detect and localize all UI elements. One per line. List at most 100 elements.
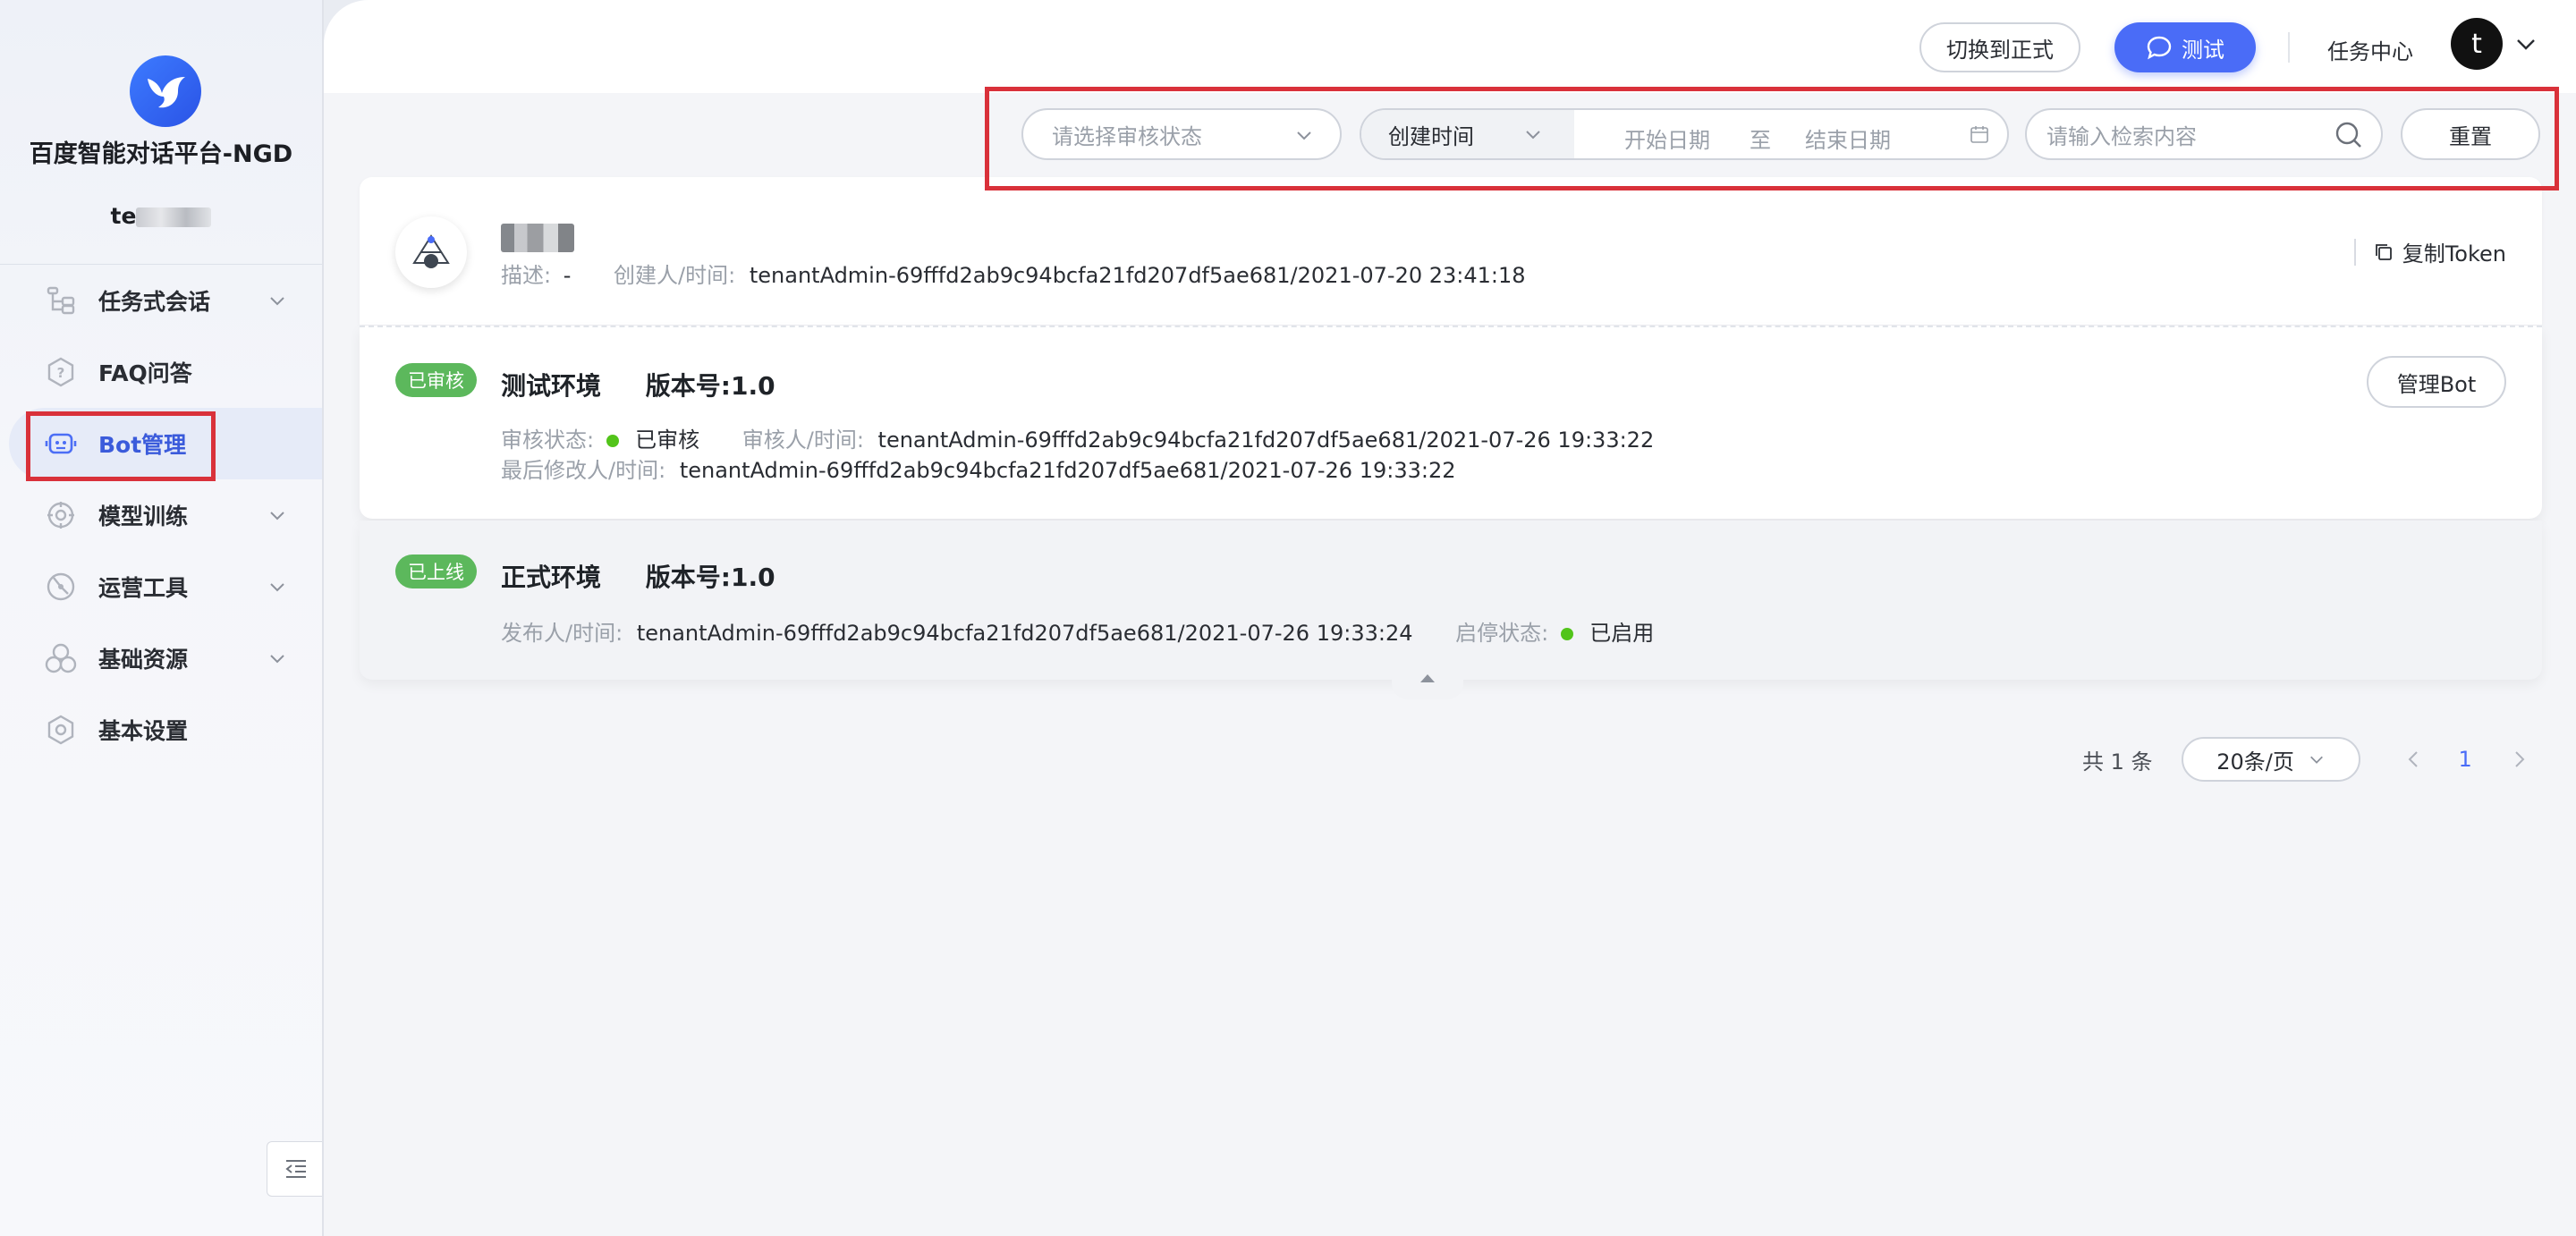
sidebar-item-label: 基础资源 [98, 647, 189, 673]
start-date-input[interactable]: 开始日期 [1624, 123, 1710, 154]
end-date-input[interactable]: 结束日期 [1805, 123, 1891, 154]
switch-to-production-button[interactable]: 切换到正式 [1919, 22, 2080, 72]
brand-logo-icon [130, 55, 201, 127]
sidebar-item-label: 基本设置 [98, 718, 189, 744]
page-size-label: 20条/页 [2216, 749, 2294, 775]
operation-tools-icon [47, 572, 75, 601]
test-chat-label: 测试 [2182, 37, 2224, 63]
status-dot-green [606, 435, 620, 447]
chevron-down-icon [270, 512, 284, 521]
time-type-select[interactable]: 创建时间 [1361, 110, 1574, 158]
sidebar-item-task-dialog[interactable]: 任务式会话 [0, 265, 322, 336]
chevron-down-icon [270, 297, 284, 306]
prev-page-icon[interactable] [2405, 749, 2421, 769]
collapse-sidebar-button[interactable] [267, 1141, 324, 1197]
chevron-down-icon [1297, 131, 1311, 140]
collapse-left-icon [284, 1160, 306, 1178]
status-dot-green [1561, 628, 1574, 640]
version-value: 1.0 [730, 371, 775, 401]
tenant-name-redaction [136, 207, 212, 227]
version-value: 1.0 [730, 563, 775, 592]
page-size-select[interactable]: 20条/页 [2181, 737, 2360, 782]
manage-bot-button[interactable]: 管理Bot [2367, 356, 2506, 408]
chat-bubble-icon [2147, 36, 2172, 60]
bot-name-redacted [501, 224, 574, 252]
review-info-line: 审核状态: 已审核 审核人/时间: tenantAdmin-69fffd2ab9c… [501, 422, 1654, 453]
search-icon[interactable] [2334, 121, 2363, 149]
version-label: 版本号: [645, 563, 731, 592]
caret-up-icon [1420, 674, 1435, 682]
modifier-label: 最后修改人/时间: [501, 458, 666, 483]
review-badge: 已审核 [395, 363, 477, 397]
publish-info-line: 发布人/时间: tenantAdmin-69fffd2ab9c94bcfa21f… [501, 615, 1654, 647]
review-status-select[interactable]: 请选择审核状态 [1021, 108, 1342, 160]
sidebar-item-label: Bot管理 [98, 432, 187, 458]
chevron-down-icon [2309, 756, 2323, 764]
description-label: 描述: [501, 263, 552, 288]
bot-logo-icon [412, 234, 450, 268]
publisher-value: tenantAdmin-69fffd2ab9c94bcfa21fd207df5a… [636, 621, 1413, 646]
modifier-value: tenantAdmin-69fffd2ab9c94bcfa21fd207df5a… [679, 458, 1456, 483]
chevron-down-icon [270, 583, 284, 592]
reset-button[interactable]: 重置 [2401, 108, 2540, 160]
search-placeholder: 请输入检索内容 [2046, 123, 2197, 149]
task-center-link[interactable]: 任务中心 [2327, 34, 2413, 65]
copy-icon [2375, 243, 2392, 260]
reviewer-label: 审核人/时间: [741, 428, 864, 453]
settings-icon [47, 715, 74, 745]
basic-resources-icon [45, 643, 77, 673]
copy-token-label: 复制Token [2402, 241, 2506, 267]
calendar-icon [1970, 126, 1988, 143]
description-value: - [563, 263, 572, 288]
bot-avatar [395, 216, 467, 288]
test-environment-title: 测试环境 版本号:1.0 [501, 367, 775, 402]
sidebar-item-bot-management[interactable]: Bot管理 [9, 408, 322, 479]
top-bar: 切换到正式 测试 任务中心 t [324, 0, 2576, 93]
next-page-icon[interactable] [2512, 749, 2528, 769]
user-menu-chevron-icon[interactable] [2515, 36, 2537, 54]
reviewer-value: tenantAdmin-69fffd2ab9c94bcfa21fd207df5a… [877, 428, 1655, 453]
sidebar-item-faq[interactable]: ? FAQ问答 [0, 336, 322, 408]
review-status-label: 审核状态: [501, 428, 595, 453]
sidebar-item-basic-resources[interactable]: 基础资源 [0, 622, 322, 694]
creator-label: 创建人/时间: [614, 263, 736, 288]
date-range-separator: 至 [1750, 128, 1771, 153]
sidebar-item-label: 运营工具 [98, 575, 189, 601]
test-environment-card: 已审核 测试环境 版本号:1.0 审核状态: 已审核 审核人/时间: tenant… [360, 326, 2542, 519]
modifier-info-line: 最后修改人/时间: tenantAdmin-69fffd2ab9c94bcfa2… [501, 453, 1455, 484]
topbar-divider [2288, 32, 2290, 63]
test-chat-button[interactable]: 测试 [2114, 22, 2256, 72]
sidebar-nav: 任务式会话 ? FAQ问答 Bot管理 模型训练 运营工具 基础资源 基本设置 [0, 265, 322, 766]
pagination-total: 共 1 条 [2082, 749, 2153, 775]
sidebar-item-label: FAQ问答 [98, 360, 192, 386]
filter-bar: 请选择审核状态 创建时间 开始日期 至 结束日期 请输入检索内容 重置 [324, 93, 2576, 175]
collapse-card-button[interactable] [1392, 656, 1463, 699]
review-status-placeholder: 请选择审核状态 [1052, 123, 1202, 149]
tenant-name: te [0, 203, 322, 229]
search-input[interactable]: 请输入检索内容 [2025, 108, 2383, 160]
run-status-value: 已启用 [1589, 621, 1655, 646]
tenant-name-text: te [110, 203, 137, 229]
production-environment-title: 正式环境 版本号:1.0 [501, 558, 775, 594]
chevron-down-icon [270, 655, 284, 664]
copy-token-divider [2353, 238, 2356, 266]
user-avatar[interactable]: t [2451, 18, 2503, 70]
date-range-picker[interactable]: 创建时间 开始日期 至 结束日期 [1360, 108, 2009, 160]
page-number-current[interactable]: 1 [2459, 747, 2472, 772]
sidebar-item-operation-tools[interactable]: 运营工具 [0, 551, 322, 622]
sidebar-item-basic-settings[interactable]: 基本设置 [0, 694, 322, 766]
reset-label: 重置 [2449, 123, 2492, 149]
sidebar-item-model-training[interactable]: 模型训练 [0, 479, 322, 551]
creator-value: tenantAdmin-69fffd2ab9c94bcfa21fd207df5a… [749, 263, 1526, 288]
publisher-label: 发布人/时间: [501, 621, 623, 646]
copy-token-button[interactable]: 复制Token [2353, 236, 2506, 267]
bot-meta-line: 描述: - 创建人/时间: tenantAdmin-69fffd2ab9c94b… [501, 258, 1526, 289]
run-status-label: 启停状态: [1455, 621, 1549, 646]
bot-card-header: 描述: - 创建人/时间: tenantAdmin-69fffd2ab9c94b… [360, 177, 2542, 325]
bot-icon [45, 433, 77, 454]
online-badge: 已上线 [395, 555, 477, 588]
sidebar: 百度智能对话平台-NGD te 任务式会话 ? FAQ问答 Bot管理 模型训练… [0, 0, 324, 1236]
model-training-icon [47, 502, 74, 529]
test-environment-name: 测试环境 [501, 371, 602, 401]
faq-icon: ? [47, 357, 74, 387]
